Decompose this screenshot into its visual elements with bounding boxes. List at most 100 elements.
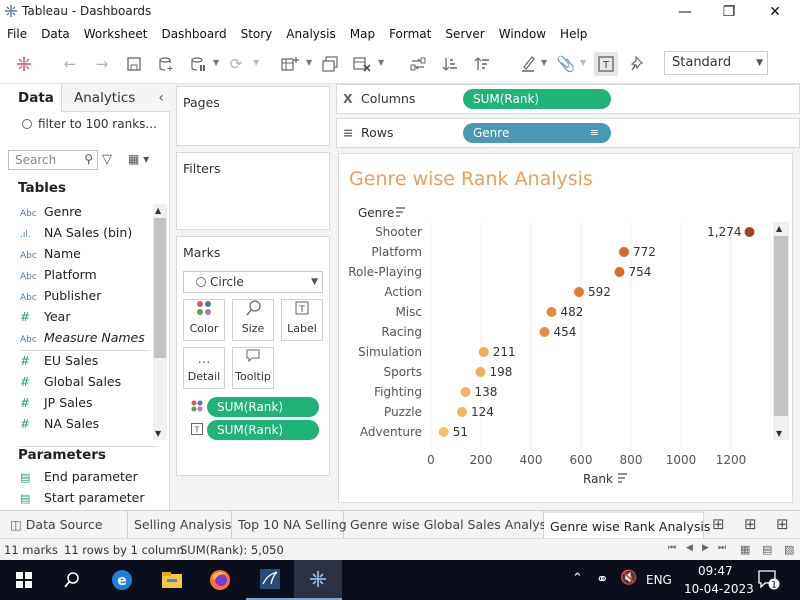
label-button[interactable]: T Label [281, 299, 323, 341]
mark-puzzle[interactable] [457, 407, 467, 417]
file-explorer-icon[interactable] [148, 560, 196, 600]
chevron-down-icon[interactable]: ▼ [306, 58, 312, 67]
menu-file[interactable]: File [0, 24, 34, 44]
edge-browser-icon[interactable]: e [98, 560, 146, 600]
view-scrollbar[interactable]: ▲ ▼ [773, 222, 789, 440]
refresh-icon[interactable]: ⟳ [224, 52, 248, 76]
new-worksheet-icon[interactable]: ⊞ [712, 515, 725, 533]
tab-data[interactable]: Data [0, 84, 62, 112]
tab-analytics[interactable]: Analytics ‹ [62, 84, 170, 112]
sort-icon[interactable] [396, 207, 405, 217]
mark-platform[interactable] [619, 247, 629, 257]
mark-type-select[interactable]: Circle ▼ [183, 271, 323, 293]
new-datasource-icon[interactable] [154, 52, 178, 76]
field-eu-sales[interactable]: # EU Sales [20, 353, 150, 374]
clear-sheet-icon[interactable] [350, 52, 374, 76]
close-icon[interactable]: ✕ [752, 0, 798, 24]
detail-button[interactable]: … Detail [183, 347, 225, 389]
sort-icon[interactable] [618, 473, 627, 483]
field-platform[interactable]: Abc Platform [20, 267, 150, 288]
mark-shooter[interactable] [744, 227, 755, 237]
forward-icon[interactable]: → [90, 52, 114, 76]
fix-axes-icon[interactable] [626, 52, 650, 76]
field-name[interactable]: Abc Name [20, 246, 150, 267]
language-indicator[interactable]: ENG [646, 573, 672, 587]
mark-simulation[interactable] [478, 347, 489, 357]
back-icon[interactable]: ← [58, 52, 82, 76]
chevron-down-icon[interactable]: ▼ [580, 58, 586, 67]
tab-genre-rank-analysis[interactable]: Genre wise Rank Analysis [544, 511, 710, 539]
menu-worksheet[interactable]: Worksheet [77, 24, 155, 44]
chevron-down-icon[interactable]: ▼ [213, 58, 219, 67]
last-sheet-icon[interactable]: ⏭ [718, 543, 726, 553]
sql-workbench-icon[interactable] [246, 560, 294, 600]
field-publisher[interactable]: Abc Publisher [20, 288, 150, 309]
first-sheet-icon[interactable]: ⏮ [668, 543, 676, 553]
sort-ascending-icon[interactable] [438, 52, 462, 76]
chevron-up-icon[interactable]: ⌃ [572, 571, 583, 586]
parameter-end[interactable]: ▤ End parameter [20, 469, 138, 484]
tableau-taskbar-icon[interactable] [294, 560, 342, 600]
save-icon[interactable] [122, 52, 146, 76]
menu-server[interactable]: Server [438, 24, 491, 44]
chevron-down-icon[interactable]: ▼ [541, 58, 547, 67]
rows-pill[interactable]: Genre ≡ [463, 123, 611, 143]
show-labels-icon[interactable]: T [594, 52, 618, 76]
scroll-up-icon[interactable]: ▲ [155, 206, 161, 215]
field-genre[interactable]: Abc Genre [20, 204, 150, 225]
tableau-logo-icon[interactable] [12, 52, 36, 76]
color-pill[interactable]: SUM(Rank) [207, 397, 319, 417]
menu-format[interactable]: Format [382, 24, 438, 44]
rows-shelf[interactable]: ≡ Rows Genre ≡ [336, 118, 800, 148]
group-icon[interactable]: 📎 [554, 52, 578, 76]
y-axis-header[interactable]: Genre [358, 206, 394, 220]
tooltip-button[interactable]: Tooltip [232, 347, 274, 389]
prev-sheet-icon[interactable]: ◀ [686, 543, 693, 553]
new-story-icon[interactable]: ⊞ [776, 515, 789, 533]
filters-card[interactable]: Filters [176, 152, 330, 230]
columns-shelf[interactable]: Ⅹ Columns SUM(Rank) [336, 84, 800, 114]
sort-descending-icon[interactable] [470, 52, 494, 76]
x-axis-title[interactable]: Rank [583, 472, 613, 486]
filmstrip-icon[interactable]: ▤ [762, 543, 772, 556]
network-icon[interactable]: ⚭ [596, 570, 609, 588]
mark-misc[interactable] [546, 307, 557, 317]
columns-pill[interactable]: SUM(Rank) [463, 89, 611, 109]
mark-action[interactable] [574, 287, 584, 297]
field-na-sales[interactable]: # NA Sales [20, 416, 150, 437]
chevron-down-icon[interactable]: ▼ [378, 58, 384, 67]
field-global-sales[interactable]: # Global Sales [20, 374, 150, 395]
tab-genre-global-sales[interactable]: Genre wise Global Sales Analysis [344, 511, 556, 539]
new-worksheet-icon[interactable] [278, 52, 302, 76]
mark-fighting[interactable] [460, 387, 471, 397]
scrollbar-thumb[interactable] [774, 236, 788, 416]
search-input[interactable]: Search ⚲ [8, 150, 98, 170]
chevron-down-icon[interactable]: ▼ [253, 58, 259, 67]
minimize-icon[interactable]: — [662, 0, 708, 24]
field-year[interactable]: # Year [20, 309, 150, 330]
mark-sports[interactable] [475, 367, 486, 377]
sheet-sorter-icon[interactable]: ▦ [740, 543, 750, 556]
view-options-icon[interactable]: ▦ ▾ [128, 152, 149, 166]
fields-scrollbar[interactable]: ▲ ▼ [153, 204, 167, 440]
clock-date[interactable]: 10-04-2023 [684, 582, 754, 596]
datasource-item[interactable]: filter to 100 ranks... [22, 117, 157, 131]
mark-role-playing[interactable] [614, 267, 625, 277]
tabs-icon[interactable]: ▧ [784, 543, 794, 556]
field-na-sales-bin[interactable]: .ıl. NA Sales (bin) [20, 225, 150, 246]
notifications-icon[interactable]: 1 [758, 570, 780, 591]
menu-data[interactable]: Data [34, 24, 77, 44]
next-sheet-icon[interactable]: ▶ [702, 543, 709, 553]
field-measure-names[interactable]: Abc Measure Names [20, 330, 150, 351]
scroll-down-icon[interactable]: ▼ [155, 429, 161, 438]
menu-dashboard[interactable]: Dashboard [154, 24, 233, 44]
new-dashboard-icon[interactable]: ⊞ [744, 515, 757, 533]
scrollbar-thumb[interactable] [154, 218, 166, 358]
swap-icon[interactable] [406, 52, 430, 76]
tab-selling-analysis[interactable]: Selling Analysis [128, 511, 232, 539]
mark-racing[interactable] [539, 327, 550, 337]
tab-data-source[interactable]: ◫ Data Source [4, 511, 128, 539]
rank-dot-chart[interactable]: 0 200 400 600 800 1000 1200 Shooter Platform Rol… [339, 154, 794, 504]
mark-adventure[interactable] [438, 427, 449, 437]
pause-updates-icon[interactable] [186, 52, 210, 76]
